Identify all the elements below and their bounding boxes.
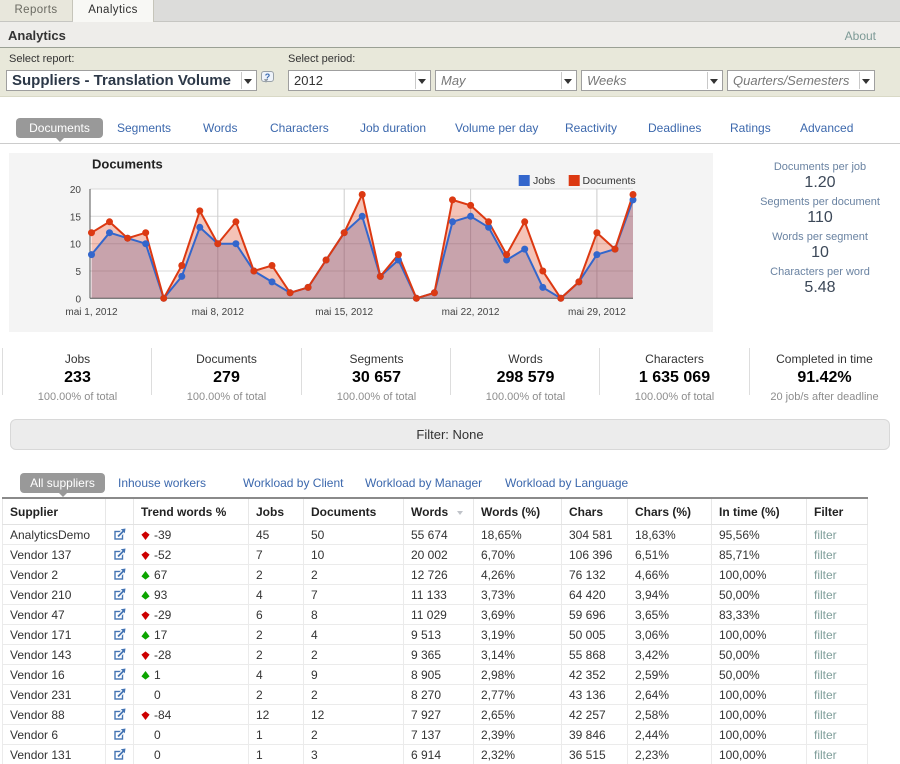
svg-text:15: 15 <box>70 212 82 223</box>
svg-text:10: 10 <box>70 240 82 251</box>
svg-text:0: 0 <box>75 294 81 305</box>
svg-text:5: 5 <box>75 267 81 278</box>
svg-text:mai 29, 2012: mai 29, 2012 <box>568 307 626 318</box>
svg-text:mai 22, 2012: mai 22, 2012 <box>442 307 500 318</box>
svg-text:Jobs: Jobs <box>533 175 555 187</box>
svg-text:Documents: Documents <box>92 157 163 172</box>
svg-text:mai 1, 2012: mai 1, 2012 <box>65 307 118 318</box>
svg-text:Documents: Documents <box>583 175 636 187</box>
svg-text:20: 20 <box>70 185 82 196</box>
svg-text:mai 8, 2012: mai 8, 2012 <box>192 307 245 318</box>
svg-text:mai 15, 2012: mai 15, 2012 <box>315 307 373 318</box>
